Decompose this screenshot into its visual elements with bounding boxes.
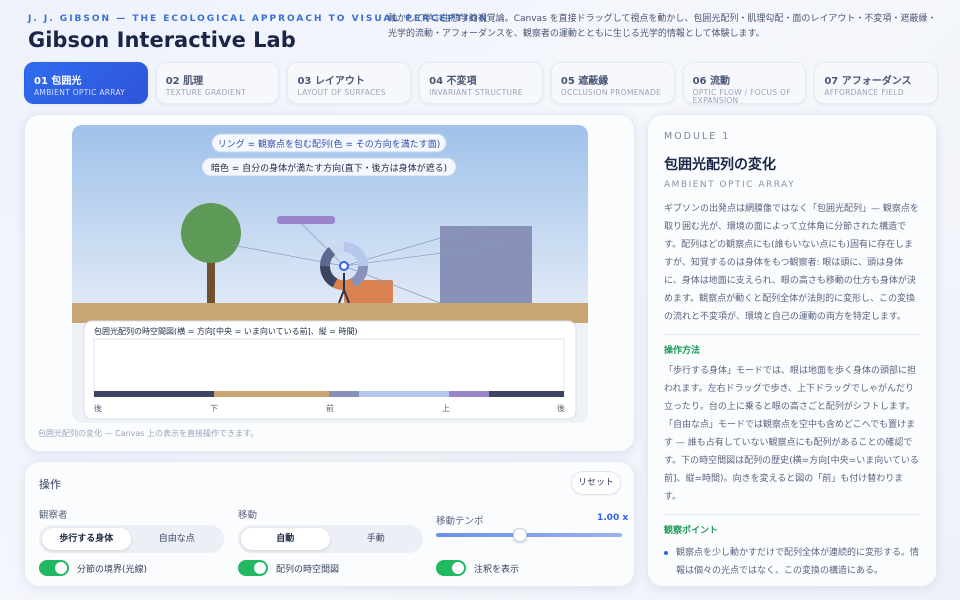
annotation-toggle-label: 注釈を表示	[474, 564, 520, 575]
move-label: 移動	[238, 510, 258, 521]
boundary-toggle-row[interactable]: 分節の境界(光線)	[39, 560, 147, 576]
divider	[664, 334, 920, 335]
ground	[72, 303, 588, 323]
howto-body: 「歩行する身体」モードでは、眼は地面を歩く身体の頭部に担われます。左右ドラッグで…	[664, 366, 919, 502]
tab-invariant-structure[interactable]: 04 不変項 INVARIANT STRUCTURE	[419, 62, 543, 104]
visualization-panel: リング = 観察点を包む配列(色 = その方向を満たす面) 暗色 = 自分の身体…	[24, 114, 635, 452]
boundary-toggle-label: 分節の境界(光線)	[77, 564, 148, 575]
observer-walking-body-button[interactable]: 歩行する身体	[42, 528, 131, 550]
tab-texture-gradient[interactable]: 02 肌理 TEXTURE GRADIENT	[155, 62, 280, 104]
timeline-card: 包囲光配列の時空間図(横 = 方向[中央 = いま向いている前]、縦 = 時間)…	[83, 320, 577, 420]
timeline-tick: 後	[557, 403, 565, 413]
optic-array-canvas[interactable]: リング = 観察点を包む配列(色 = その方向を満たす面) 暗色 = 自分の身体…	[72, 125, 588, 423]
tempo-label: 移動テンポ	[436, 516, 484, 527]
reset-button[interactable]: リセット	[571, 471, 621, 495]
annotation-toggle-row[interactable]: 注釈を表示	[436, 560, 519, 576]
annotation-toggle[interactable]	[436, 560, 466, 576]
timeline-toggle-row[interactable]: 配列の時空間図	[238, 560, 339, 576]
callout-ring-text: リング = 観察点を包む配列(色 = その方向を満たす面)	[218, 138, 441, 150]
scene-svg[interactable]: リング = 観察点を包む配列(色 = その方向を満たす面) 暗色 = 自分の身体…	[72, 125, 588, 423]
tab-sublabel: INVARIANT STRUCTURE	[429, 88, 523, 97]
tab-optic-flow[interactable]: 06 流動 OPTIC FLOW / FOCUS OF EXPANSION	[682, 62, 807, 105]
observer-free-point-button[interactable]: 自由な点	[133, 528, 222, 550]
module-body: ギブソンの出発点は網膜像ではなく「包囲光配列」— 観察点を取り囲む光が、環境の面…	[664, 204, 919, 322]
points-title: 観察ポイント	[664, 526, 719, 536]
observer-label: 観察者	[39, 510, 68, 521]
boundary-toggle[interactable]	[39, 560, 69, 576]
howto-title: 操作方法	[664, 346, 701, 356]
tempo-slider-thumb[interactable]	[512, 528, 527, 542]
tab-sublabel: OPTIC FLOW / FOCUS OF EXPANSION	[692, 88, 791, 105]
tempo-slider-track[interactable]	[436, 533, 622, 537]
tree-crown	[181, 203, 241, 263]
tab-affordance-field[interactable]: 07 アフォーダンス AFFORDANCE FIELD	[814, 62, 939, 104]
observer-mode-toggle: 歩行する身体 自由な点	[39, 525, 224, 553]
tab-sublabel: OCCLUSION PROMENADE	[560, 88, 662, 97]
tab-sublabel: AFFORDANCE FIELD	[824, 88, 904, 97]
timeline-title: 包囲光配列の時空間図(横 = 方向[中央 = いま向いている前]、縦 = 時間)	[94, 326, 358, 336]
move-auto-button[interactable]: 自動	[241, 528, 330, 550]
controls-title: 操作	[39, 478, 61, 491]
timeline-tick: 前	[326, 403, 334, 413]
tab-label: 07 アフォーダンス	[824, 76, 912, 87]
module-subtitle: AMBIENT OPTIC ARRAY	[664, 180, 796, 190]
tempo-value: 1.00 x	[597, 513, 629, 523]
tab-label: 02 肌理	[165, 76, 204, 87]
timeline-tick: 下	[210, 404, 218, 413]
tab-sublabel: TEXTURE GRADIENT	[165, 88, 247, 97]
timeline-tick: 上	[442, 404, 450, 413]
viz-caption: 包囲光配列の変化 — Canvas 上の表示を直接操作できます。	[38, 429, 259, 438]
timeline-toggle-label: 配列の時空間図	[276, 564, 340, 575]
module-title: 包囲光配列の変化	[664, 157, 776, 173]
header-description: 動かして学ぶ生態学的視覚論。Canvas を直接ドラッグして視点を動かし、包囲光…	[388, 14, 937, 39]
move-mode-toggle: 自動 手動	[238, 525, 423, 553]
tab-label: 03 レイアウト	[297, 76, 365, 87]
module-kicker: MODULE 1	[664, 131, 731, 142]
tab-label: 05 遮蔽縁	[560, 76, 609, 87]
list-item: 観察点を少し動かすだけで配列全体が連続的に変形する。情報は個々の光点ではなく、こ…	[664, 544, 920, 580]
tab-sublabel: LAYOUT OF SURFACES	[297, 88, 386, 97]
module-tabs: 01 包囲光 AMBIENT OPTIC ARRAY 02 肌理 TEXTURE…	[24, 62, 939, 105]
tab-label: 06 流動	[692, 76, 730, 87]
timeline-toggle[interactable]	[238, 560, 268, 576]
tab-layout-of-surfaces[interactable]: 03 レイアウト LAYOUT OF SURFACES	[287, 62, 412, 104]
tab-label: 04 不変項	[429, 76, 477, 87]
controls-panel: 操作 リセット 観察者 歩行する身体 自由な点 分節の境界(光線) 移動 自動 …	[24, 461, 635, 587]
tab-ambient-optic-array[interactable]: 01 包囲光 AMBIENT OPTIC ARRAY	[24, 62, 148, 104]
info-panel: MODULE 1 包囲光配列の変化 AMBIENT OPTIC ARRAY ギブ…	[647, 114, 937, 587]
tab-label: 01 包囲光	[34, 76, 82, 87]
observation-points: 観察点を少し動かすだけで配列全体が連続的に変形する。情報は個々の光点ではなく、こ…	[664, 544, 920, 580]
app-title: Gibson Interactive Lab	[28, 28, 296, 52]
callout-dark-text: 暗色 = 自分の身体が満たす方向(直下・後方は身体が遮る)	[211, 162, 447, 174]
tab-occlusion-promenade[interactable]: 05 遮蔽縁 OCCLUSION PROMENADE	[550, 62, 675, 104]
floating-shelf	[277, 216, 335, 224]
divider	[664, 514, 920, 515]
observer-eye	[339, 261, 349, 271]
move-manual-button[interactable]: 手動	[332, 528, 421, 550]
tab-sublabel: AMBIENT OPTIC ARRAY	[34, 88, 126, 97]
timeline-tick: 後	[94, 403, 102, 413]
large-block	[440, 226, 532, 303]
